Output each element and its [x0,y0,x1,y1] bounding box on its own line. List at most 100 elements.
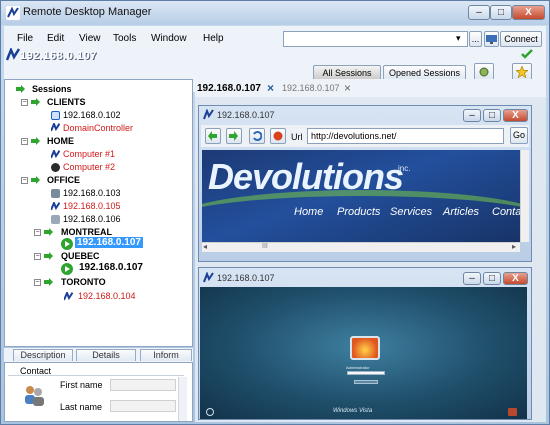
session-item[interactable]: 192.168.0.102 [63,110,121,120]
menu-file[interactable]: File [17,33,33,44]
vista-window-title: 192.168.0.107 [217,273,275,283]
horizontal-scrollbar[interactable] [202,242,520,252]
nav-services[interactable]: Services [390,206,432,218]
search-input[interactable] [283,31,468,47]
arrow-right-icon [229,131,238,141]
expand-toggle[interactable]: − [34,253,41,260]
back-button[interactable] [205,128,221,144]
nav-products[interactable]: Products [337,206,380,218]
forward-button[interactable] [226,128,242,144]
group-montreal[interactable]: MONTREAL [61,227,112,237]
session-item[interactable]: 192.168.0.103 [63,188,121,198]
session-item[interactable]: 192.168.0.106 [63,214,121,224]
session-item[interactable]: Computer #2 [63,162,115,172]
arrow-icon [31,137,40,145]
scroll-left-icon[interactable]: ◂ [203,242,207,251]
arrow-icon [16,85,25,93]
stop-icon [273,131,283,141]
computer-icon [51,189,60,198]
vertical-scrollbar[interactable] [520,150,529,242]
remote-icon [51,150,60,159]
title-bar: Remote Desktop Manager – □ X [1,1,549,25]
contact-scrollbar[interactable] [178,377,187,421]
close-button[interactable]: X [512,5,545,20]
tree-root-sessions[interactable]: Sessions [32,84,72,94]
tab-description[interactable]: Description [13,349,73,361]
expand-toggle[interactable]: − [21,138,28,145]
scroll-right-icon[interactable]: ▸ [512,242,516,251]
stop-button[interactable] [270,128,286,144]
remote-icon [203,272,214,283]
menu-window[interactable]: Window [151,33,187,44]
expand-toggle[interactable]: − [21,99,28,106]
expand-toggle[interactable]: − [21,177,28,184]
arrow-icon [44,228,53,236]
refresh-icon [253,131,263,141]
group-home[interactable]: HOME [47,136,74,146]
arrow-icon [31,98,40,106]
menu-edit[interactable]: Edit [47,33,64,44]
last-name-field[interactable] [110,400,176,412]
scrollbar-grip[interactable]: III [262,243,268,250]
logo-suffix: inc. [398,164,411,173]
gear-icon [479,67,489,77]
arrow-icon [44,252,53,260]
selected-session-item[interactable]: 192.168.0.107 [75,237,143,248]
session-item[interactable]: 192.168.0.105 [63,201,121,211]
close-tab-icon[interactable]: × [344,81,351,95]
group-toronto[interactable]: TORONTO [61,277,106,287]
close-button[interactable]: X [503,272,528,285]
password-input[interactable] [347,371,385,375]
expand-toggle[interactable]: − [34,229,41,236]
connect-button[interactable]: Connect [500,31,542,47]
minimize-button[interactable]: – [463,272,481,285]
maximize-button[interactable]: □ [483,109,501,122]
tab-information[interactable]: Inform [140,349,192,361]
session-item[interactable]: 192.168.0.107 [79,262,143,273]
website-banner: Devolutions inc. Home Products Services … [202,150,520,242]
switch-user-button[interactable] [354,380,378,384]
tab-active-session[interactable]: 192.168.0.107 [197,83,261,94]
first-name-field[interactable] [110,379,176,391]
power-icon[interactable] [508,408,517,416]
host-icon [6,48,20,61]
minimize-button[interactable]: – [463,109,481,122]
group-clients[interactable]: CLIENTS [47,97,86,107]
expand-toggle[interactable]: − [34,279,41,286]
session-item[interactable]: DomainController [63,123,133,133]
tab-inactive-session[interactable]: 192.168.0.107 [282,83,340,93]
menu-view[interactable]: View [79,33,101,44]
maximize-button[interactable]: □ [490,5,512,20]
nav-contact[interactable]: Conta [492,206,520,218]
user-avatar [350,336,380,360]
website-logo: Devolutions [208,156,404,197]
menu-tools[interactable]: Tools [113,33,136,44]
first-name-label: First name [60,380,103,390]
browse-button[interactable]: ... [469,31,482,47]
nav-articles[interactable]: Articles [443,206,479,218]
star-icon [515,65,529,79]
group-quebec[interactable]: QUEBEC [61,251,100,261]
go-button[interactable]: Go [510,127,528,144]
close-button[interactable]: X [503,109,528,122]
maximize-button[interactable]: □ [483,272,501,285]
remote-icon [203,109,214,120]
quick-connect-button[interactable] [484,31,499,47]
ease-of-access-icon[interactable] [206,408,214,416]
url-input[interactable]: http://devolutions.net/ [307,128,504,144]
window-title: Remote Desktop Manager [23,6,152,18]
group-office[interactable]: OFFICE [47,175,80,185]
refresh-button[interactable] [249,128,265,144]
close-tab-icon[interactable]: × [267,81,274,95]
current-host-label: 192.168.0.107 [20,50,97,62]
minimize-button[interactable]: – [468,5,490,20]
play-icon [61,263,73,275]
nav-home[interactable]: Home [294,206,323,218]
browser-window-title: 192.168.0.107 [217,110,275,120]
session-item[interactable]: Computer #1 [63,149,115,159]
rdp-icon [51,111,60,120]
chevron-down-icon[interactable]: ▾ [456,33,461,44]
session-item[interactable]: 192.168.0.104 [78,291,136,301]
tab-details[interactable]: Details [76,349,136,361]
menu-help[interactable]: Help [203,33,224,44]
